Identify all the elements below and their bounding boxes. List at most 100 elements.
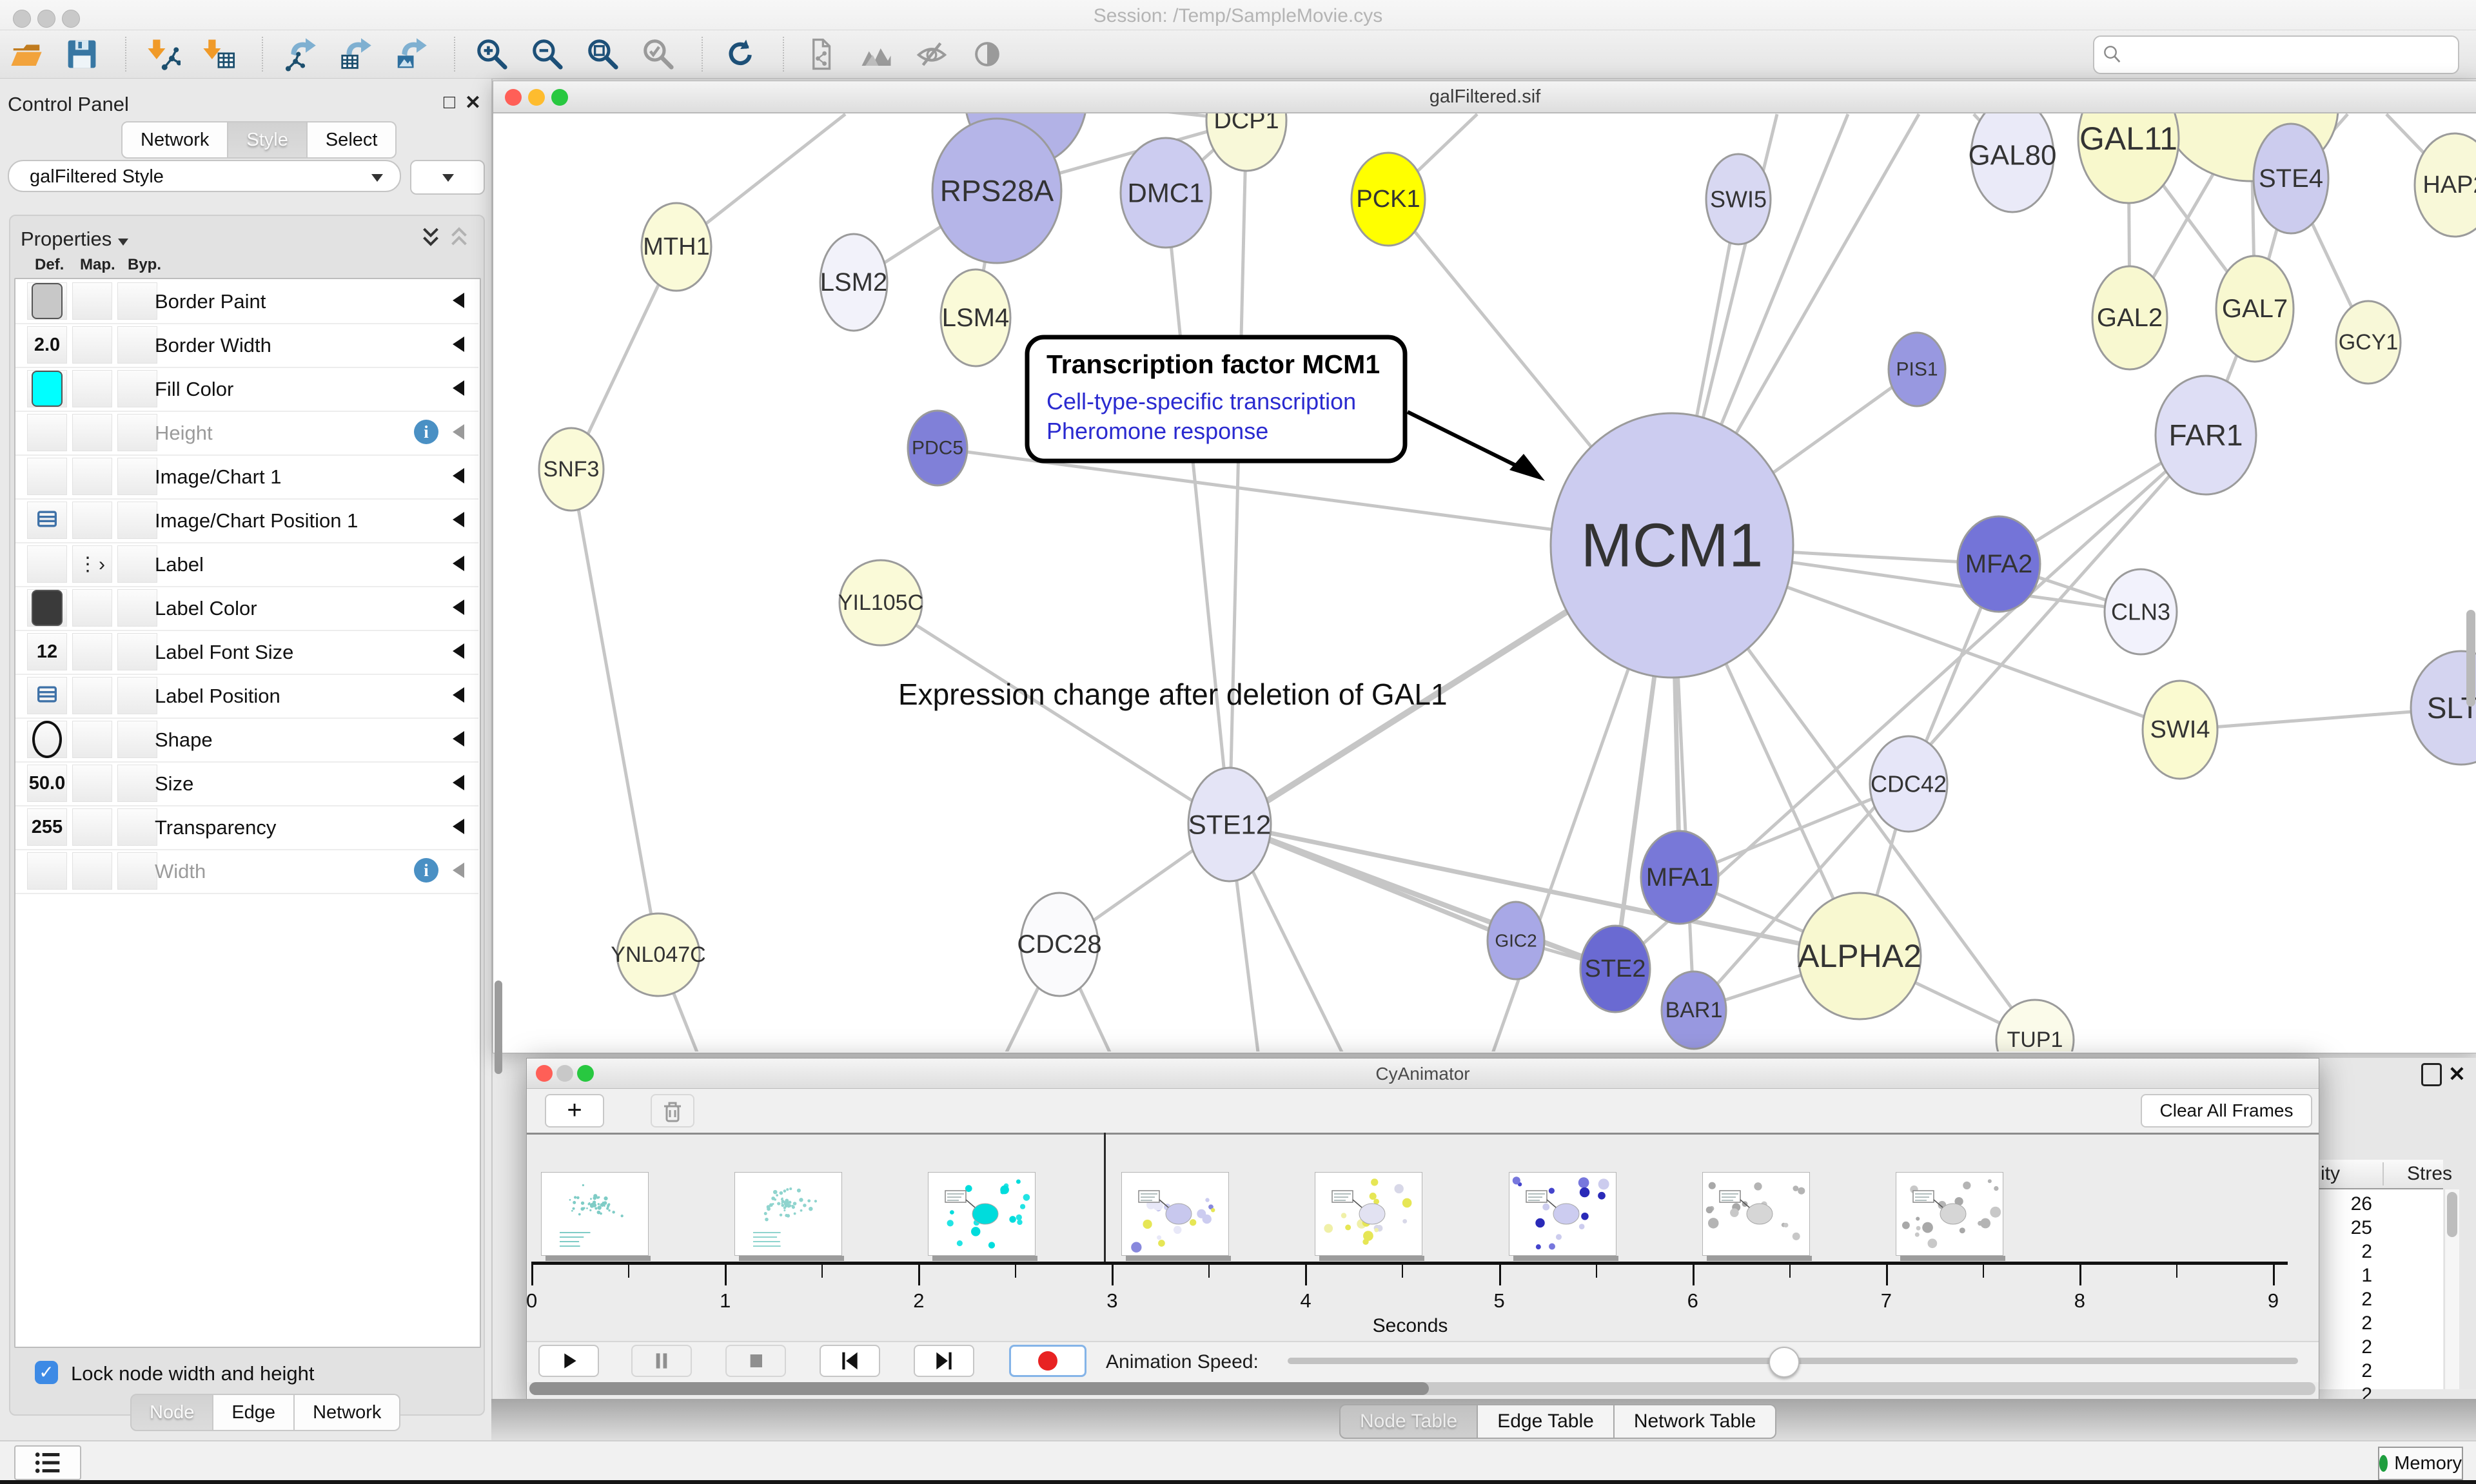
network-edge[interactable] — [1230, 121, 1246, 825]
bypass-cell[interactable] — [117, 677, 157, 714]
expand-row-arrow-icon[interactable] — [453, 819, 464, 834]
property-row-label[interactable]: ⋮›Label — [15, 542, 478, 587]
default-cell[interactable]: 255 — [27, 808, 67, 846]
table-cell-value[interactable]: 1 — [2319, 1265, 2372, 1287]
frame-thumbnail-2[interactable] — [928, 1172, 1036, 1256]
info-icon[interactable]: i — [414, 420, 438, 444]
bypass-cell[interactable] — [117, 852, 157, 890]
slider-thumb[interactable] — [1769, 1347, 1800, 1378]
cyanimator-titlebar[interactable]: CyAnimator — [527, 1059, 2319, 1089]
timeline-playhead[interactable] — [1104, 1133, 1106, 1264]
property-row-size[interactable]: 50.0Size — [15, 761, 478, 806]
export-table-icon[interactable] — [338, 37, 373, 72]
cyanimator-horizontal-scrollbar[interactable] — [529, 1382, 2315, 1395]
tab-network[interactable]: Network — [121, 121, 228, 159]
network-edge[interactable] — [1230, 825, 1615, 969]
network-edge[interactable] — [881, 603, 1230, 825]
expand-row-arrow-icon[interactable] — [453, 643, 464, 659]
mapping-cell[interactable] — [72, 326, 112, 364]
mapping-cell[interactable] — [72, 458, 112, 495]
property-row-width[interactable]: Widthi — [15, 849, 478, 894]
expand-row-arrow-icon[interactable] — [453, 863, 464, 878]
property-row-image-chart-1[interactable]: Image/Chart 1 — [15, 454, 478, 500]
default-cell[interactable]: 12 — [27, 633, 67, 670]
frame-thumbnail-1[interactable] — [734, 1172, 842, 1256]
zoom-in-icon[interactable] — [475, 37, 509, 72]
delete-frame-button[interactable] — [651, 1094, 694, 1128]
table-cell-value[interactable]: 2 — [2319, 1313, 2372, 1334]
network-left-scrollbar[interactable] — [495, 981, 502, 1074]
zoom-out-icon[interactable] — [530, 37, 565, 72]
property-row-border-paint[interactable]: Border Paint — [15, 279, 478, 324]
default-cell[interactable] — [27, 721, 67, 758]
frame-thumbnail-5[interactable] — [1509, 1172, 1616, 1256]
network-canvas[interactable]: RPS28ADCP1DMC1PCK1MTH1LSM2LSM4SWI5GAL80G… — [493, 113, 2476, 1051]
mapping-cell[interactable] — [72, 852, 112, 890]
tab-style[interactable]: Style — [228, 121, 307, 159]
frame-thumbnail-6[interactable] — [1702, 1172, 1810, 1256]
snapshot-icon[interactable] — [803, 37, 838, 72]
bypass-cell[interactable] — [117, 370, 157, 407]
bypass-cell[interactable] — [117, 765, 157, 802]
table-vertical-scrollbar[interactable] — [2444, 1189, 2459, 1389]
expand-row-arrow-icon[interactable] — [453, 468, 464, 483]
import-table-icon[interactable] — [201, 37, 236, 72]
export-image-icon[interactable] — [393, 37, 428, 72]
zoom-selected-icon[interactable] — [641, 37, 676, 72]
default-cell[interactable] — [27, 852, 67, 890]
bypass-cell[interactable] — [117, 282, 157, 320]
bypass-cell[interactable] — [117, 326, 157, 364]
mapping-cell[interactable] — [72, 282, 112, 320]
default-cell[interactable] — [27, 370, 67, 407]
mapping-cell[interactable]: ⋮› — [72, 545, 112, 583]
skip-to-start-button[interactable] — [820, 1345, 880, 1377]
float-panel-icon[interactable]: □ — [444, 92, 455, 113]
show-graphics-icon[interactable] — [970, 37, 1005, 72]
frame-thumbnail-4[interactable] — [1315, 1172, 1422, 1256]
network-graph[interactable]: RPS28ADCP1DMC1PCK1MTH1LSM2LSM4SWI5GAL80G… — [493, 113, 2476, 1051]
table-column-stress[interactable]: Stres — [2407, 1163, 2452, 1185]
scrollbar-thumb[interactable] — [2447, 1192, 2457, 1237]
default-cell[interactable] — [27, 282, 67, 320]
mapping-cell[interactable] — [72, 633, 112, 670]
table-cell-value[interactable]: 2 — [2319, 1360, 2372, 1382]
property-row-height[interactable]: Heighti — [15, 411, 478, 456]
table-cell-value[interactable]: 2 — [2319, 1241, 2372, 1263]
add-frame-button[interactable]: + — [545, 1094, 604, 1128]
expand-row-arrow-icon[interactable] — [453, 600, 464, 615]
save-icon[interactable] — [64, 37, 99, 72]
bypass-cell[interactable] — [117, 721, 157, 758]
default-cell[interactable]: 2.0 — [27, 326, 67, 364]
network-edge[interactable] — [571, 469, 658, 955]
property-row-label-position[interactable]: Label Position — [15, 674, 478, 719]
expand-row-arrow-icon[interactable] — [453, 424, 464, 440]
network-window-titlebar[interactable]: galFiltered.sif — [493, 81, 2476, 113]
frame-thumbnail-7[interactable] — [1896, 1172, 2003, 1256]
annotation-link[interactable]: Cell-type-specific transcription — [1046, 388, 1356, 415]
memory-button[interactable]: Memory — [2378, 1447, 2463, 1480]
default-cell[interactable] — [27, 502, 67, 539]
bypass-cell[interactable] — [117, 414, 157, 451]
pause-button[interactable] — [631, 1345, 692, 1377]
expand-row-arrow-icon[interactable] — [453, 556, 464, 571]
info-icon[interactable]: i — [414, 858, 438, 883]
expand-all-icon[interactable] — [419, 225, 442, 248]
table-cell-value[interactable]: 25 — [2319, 1217, 2372, 1239]
property-row-fill-color[interactable]: Fill Color — [15, 367, 478, 412]
tab-select[interactable]: Select — [308, 121, 397, 159]
refresh-icon[interactable] — [722, 37, 757, 72]
task-history-button[interactable] — [14, 1445, 81, 1480]
network-vertical-scrollbar[interactable] — [2466, 610, 2475, 707]
panel-tab-network[interactable]: Network — [295, 1394, 400, 1431]
clear-all-frames-button[interactable]: Clear All Frames — [2141, 1094, 2312, 1128]
lock-size-checkbox[interactable]: ✓ — [35, 1361, 58, 1384]
style-selector-dropdown[interactable]: galFiltered Style — [8, 160, 401, 192]
export-network-icon[interactable] — [282, 37, 317, 72]
expand-row-arrow-icon[interactable] — [453, 775, 464, 790]
default-cell[interactable] — [27, 589, 67, 627]
tab-node-table[interactable]: Node Table — [1339, 1404, 1478, 1439]
bypass-cell[interactable] — [117, 458, 157, 495]
open-folder-icon[interactable] — [9, 37, 44, 72]
default-cell[interactable] — [27, 677, 67, 714]
expand-row-arrow-icon[interactable] — [453, 687, 464, 703]
